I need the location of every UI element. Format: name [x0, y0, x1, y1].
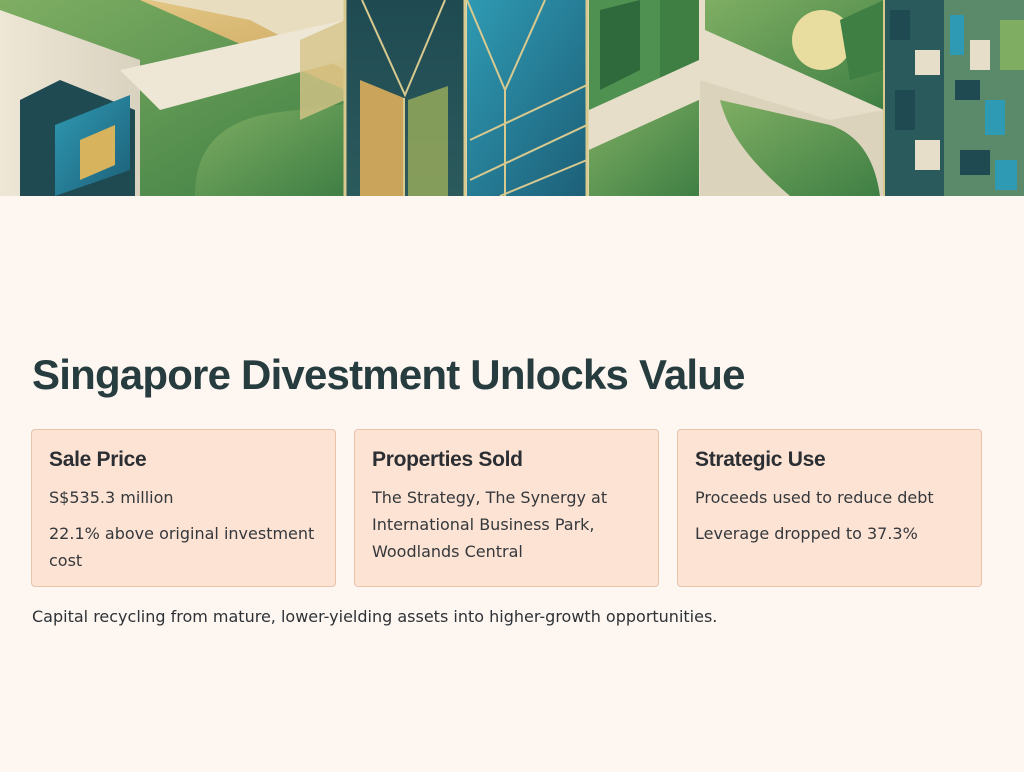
slide: Singapore Divestment Unlocks Value Sale …: [0, 0, 1024, 772]
card-text: S$535.3 million: [49, 488, 174, 507]
strategic-use-card: Strategic Use Proceeds used to reduce de…: [677, 429, 982, 587]
properties-sold-card: Properties Sold The Strategy, The Synerg…: [354, 429, 659, 587]
card-text: The Strategy, The Synergy at Internation…: [372, 488, 608, 561]
card-text: Leverage dropped to 37.3%: [695, 524, 918, 543]
isometric-buildings-image: [0, 0, 1024, 196]
card-heading: Properties Sold: [372, 448, 523, 471]
sale-price-card: Sale Price S$535.3 million 22.1% above o…: [31, 429, 336, 587]
header-illustration: [0, 0, 1024, 196]
highlights-row: Sale Price S$535.3 million 22.1% above o…: [31, 429, 984, 589]
card-heading: Strategic Use: [695, 448, 826, 471]
card-text: 22.1% above original investment cost: [49, 524, 315, 570]
card-text: Proceeds used to reduce debt: [695, 488, 934, 507]
page-title: Singapore Divestment Unlocks Value: [32, 351, 746, 398]
summary-note: Capital recycling from mature, lower-yie…: [32, 607, 718, 626]
card-heading: Sale Price: [49, 448, 147, 471]
